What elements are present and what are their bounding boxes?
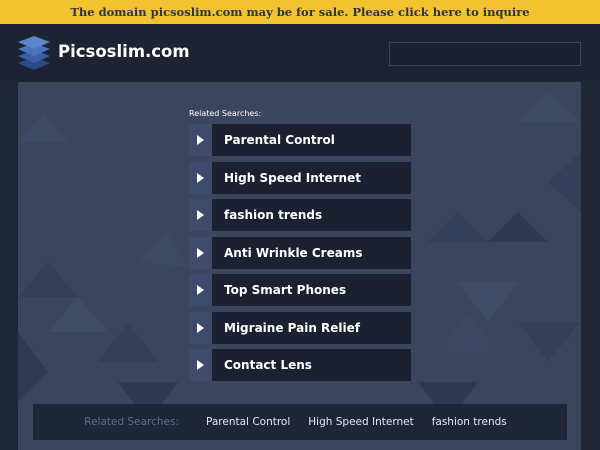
- list-item[interactable]: fashion trends: [189, 199, 411, 231]
- site-title[interactable]: Picsoslim.com: [58, 42, 190, 61]
- list-item[interactable]: Top Smart Phones: [189, 274, 411, 306]
- footer-related-searches: Related Searches: Parental Control High …: [33, 404, 567, 440]
- play-arrow-icon: [189, 236, 212, 269]
- related-searches-heading: Related Searches:: [189, 109, 262, 118]
- list-item-label[interactable]: Contact Lens: [212, 349, 411, 381]
- main-panel: Related Searches: Parental Control High …: [18, 82, 581, 450]
- footer-link[interactable]: Parental Control: [206, 416, 290, 428]
- domain-for-sale-banner[interactable]: The domain picsoslim.com may be for sale…: [0, 0, 600, 24]
- play-arrow-icon: [189, 349, 212, 381]
- list-item-label[interactable]: Top Smart Phones: [212, 274, 411, 306]
- footer-related-label: Related Searches:: [84, 416, 180, 428]
- play-arrow-icon: [189, 311, 212, 344]
- footer-link[interactable]: High Speed Internet: [308, 416, 413, 428]
- play-arrow-icon: [189, 161, 212, 194]
- footer-link[interactable]: fashion trends: [432, 416, 507, 428]
- list-item[interactable]: Anti Wrinkle Creams: [189, 236, 411, 269]
- search-input[interactable]: [389, 42, 581, 66]
- list-item-label[interactable]: fashion trends: [212, 199, 411, 231]
- list-item[interactable]: Contact Lens: [189, 349, 411, 381]
- list-item[interactable]: High Speed Internet: [189, 161, 411, 194]
- play-arrow-icon: [189, 124, 212, 156]
- list-item-label[interactable]: Anti Wrinkle Creams: [212, 236, 411, 269]
- list-item-label[interactable]: High Speed Internet: [212, 161, 411, 194]
- domain-for-sale-text[interactable]: The domain picsoslim.com may be for sale…: [70, 5, 529, 19]
- play-arrow-icon: [189, 274, 212, 306]
- list-item[interactable]: Parental Control: [189, 124, 411, 156]
- list-item[interactable]: Migraine Pain Relief: [189, 311, 411, 344]
- play-arrow-icon: [189, 199, 212, 231]
- stacked-layers-icon: [18, 36, 50, 70]
- related-searches-list: Parental Control High Speed Internet fas…: [189, 124, 411, 387]
- list-item-label[interactable]: Migraine Pain Relief: [212, 311, 411, 344]
- list-item-label[interactable]: Parental Control: [212, 124, 411, 156]
